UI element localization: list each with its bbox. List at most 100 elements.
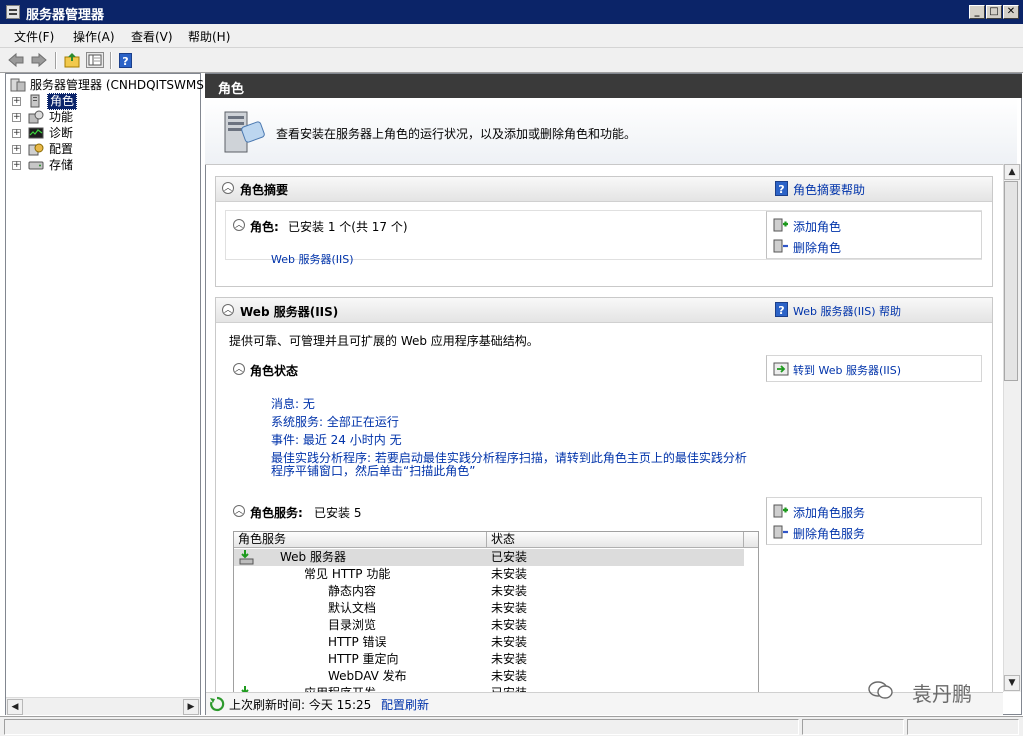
status-system-services: 系统服务: 全部正在运行 [271, 415, 399, 429]
role-services-count: 已安装 5 [314, 506, 362, 520]
scroll-right-button[interactable]: ▶ [183, 699, 199, 715]
back-arrow-icon[interactable] [7, 52, 25, 68]
add-role-services-link[interactable]: 添加角色服务 [793, 504, 865, 521]
web-server-help-link[interactable]: Web 服务器(IIS) 帮助 [793, 303, 901, 319]
role-status-title: 角色状态 [250, 364, 299, 378]
expand-icon[interactable]: + [12, 129, 21, 138]
remove-role-services-icon [773, 525, 789, 539]
expand-icon[interactable]: + [12, 145, 21, 154]
tree-item-label: 配置 [49, 142, 74, 156]
role-services-table[interactable]: 角色服务 状态 Web 服务器 已安装 常见 HTTP 功能 未安装 静态内容 未安装 默认… [233, 531, 759, 693]
roles-banner: 查看安装在服务器上角色的运行状况，以及添加或删除角色和功能。 [205, 98, 1017, 165]
role-service-name: HTTP 重定向 [328, 652, 399, 666]
server-manager-icon [10, 78, 26, 92]
table-row[interactable]: HTTP 错误 未安装 [234, 634, 744, 651]
menu-help[interactable]: 帮助(H) [188, 28, 230, 45]
tree-item-features[interactable]: + 功能 [12, 109, 198, 125]
maximize-button[interactable]: □ [986, 5, 1002, 19]
column-header-role-service[interactable]: 角色服务 [234, 532, 487, 548]
role-service-name: HTTP 错误 [328, 635, 387, 649]
tree-item-roles[interactable]: + 角色 [12, 93, 198, 110]
role-service-name: 默认文档 [328, 601, 377, 615]
scroll-up-button[interactable]: ▲ [1004, 164, 1020, 180]
roles-icon [28, 94, 44, 108]
table-row[interactable]: HTTP 重定向 未安装 [234, 651, 744, 668]
add-role-services-icon [773, 504, 789, 518]
collapse-chevron-icon[interactable]: ︿ [233, 363, 245, 375]
role-service-name: 静态内容 [328, 584, 377, 598]
refresh-icon[interactable] [209, 696, 225, 712]
table-row[interactable]: 常见 HTTP 功能 未安装 [234, 566, 744, 583]
scroll-left-button[interactable]: ◀ [7, 699, 23, 715]
goto-web-server-icon [773, 362, 789, 376]
table-row[interactable]: Web 服务器 已安装 [234, 549, 744, 566]
collapse-chevron-icon[interactable]: ︿ [222, 182, 234, 194]
table-row[interactable]: 目录浏览 未安装 [234, 617, 744, 634]
table-row[interactable]: 静态内容 未安装 [234, 583, 744, 600]
column-header-status[interactable]: 状态 [487, 532, 744, 548]
status-bpa-line2: 程序平铺窗口，然后单击“扫描此角色” [271, 464, 476, 478]
table-row[interactable]: 默认文档 未安装 [234, 600, 744, 617]
title-bar: 服务器管理器 _ □ ✕ [0, 0, 1023, 24]
wechat-icon [868, 680, 894, 700]
column-header-filler [744, 532, 758, 548]
tree-item-label: 角色 [47, 93, 78, 110]
menu-action[interactable]: 操作(A) [73, 28, 115, 45]
menu-file[interactable]: 文件(F) [14, 28, 54, 45]
tree-horizontal-scrollbar[interactable]: ◀ ▶ [6, 697, 200, 715]
tree-item-label: 功能 [49, 110, 74, 124]
help-icon[interactable]: ? [119, 53, 132, 68]
tree-item-storage[interactable]: + 存储 [12, 157, 198, 173]
watermark: 袁丹鹏 [868, 676, 998, 706]
expand-icon[interactable]: + [12, 113, 21, 122]
status-cell [4, 719, 799, 735]
scrollbar-thumb[interactable] [1004, 181, 1018, 381]
table-row[interactable]: WebDAV 发布 未安装 [234, 668, 744, 685]
collapse-chevron-icon[interactable]: ︿ [233, 219, 245, 231]
forward-arrow-icon[interactable] [30, 52, 48, 68]
content-header: 角色 [205, 74, 1022, 98]
toolbar-separator [110, 52, 112, 69]
role-service-status: 未安装 [491, 669, 528, 683]
remove-role-services-link[interactable]: 删除角色服务 [793, 525, 865, 542]
expand-icon[interactable]: + [12, 97, 21, 106]
role-service-status: 未安装 [491, 601, 528, 615]
menu-view[interactable]: 查看(V) [131, 28, 173, 45]
role-service-status: 未安装 [491, 567, 528, 581]
tree-root-label: 服务器管理器 (CNHDQITSWMSDB1 [30, 78, 229, 92]
web-server-title: Web 服务器(IIS) [240, 305, 339, 319]
up-folder-icon[interactable] [63, 52, 81, 68]
add-roles-link[interactable]: 添加角色 [793, 218, 841, 235]
storage-icon [28, 158, 44, 172]
collapse-chevron-icon[interactable]: ︿ [222, 304, 234, 316]
features-icon [28, 110, 44, 124]
roles-count: 已安装 1 个(共 17 个) [288, 220, 408, 234]
tree-item-diagnostics[interactable]: + 诊断 [12, 125, 198, 141]
menu-bar: 文件(F) 操作(A) 查看(V) 帮助(H) [0, 24, 1023, 48]
status-cell [802, 719, 904, 735]
help-icon: ? [775, 302, 788, 317]
status-messages: 消息: 无 [271, 397, 315, 411]
role-service-name: 目录浏览 [328, 618, 377, 632]
close-button[interactable]: ✕ [1003, 5, 1019, 19]
role-service-status: 未安装 [491, 618, 528, 632]
configure-refresh-link[interactable]: 配置刷新 [381, 696, 429, 713]
roles-summary-help-link[interactable]: 角色摘要帮助 [793, 181, 865, 198]
minimize-button[interactable]: _ [969, 5, 985, 19]
expand-icon[interactable]: + [12, 161, 21, 170]
tree-item-configuration[interactable]: + 配置 [12, 141, 198, 157]
collapse-chevron-icon[interactable]: ︿ [233, 505, 245, 517]
show-hide-tree-icon[interactable] [86, 52, 104, 68]
role-service-status: 未安装 [491, 635, 528, 649]
role-service-name: Web 服务器 [280, 550, 346, 564]
banner-text: 查看安装在服务器上角色的运行状况，以及添加或删除角色和功能。 [276, 127, 637, 141]
status-events: 事件: 最近 24 小时内 无 [271, 433, 402, 447]
toolbar-separator [55, 52, 57, 69]
web-server-role-link[interactable]: Web 服务器(IIS) [271, 251, 354, 267]
roles-summary-title: 角色摘要 [240, 183, 289, 197]
status-bar [0, 716, 1023, 736]
window-title: 服务器管理器 [26, 8, 105, 23]
goto-web-server-link[interactable]: 转到 Web 服务器(IIS) [793, 362, 901, 378]
scroll-down-button[interactable]: ▼ [1004, 675, 1020, 691]
remove-roles-link[interactable]: 删除角色 [793, 239, 841, 256]
